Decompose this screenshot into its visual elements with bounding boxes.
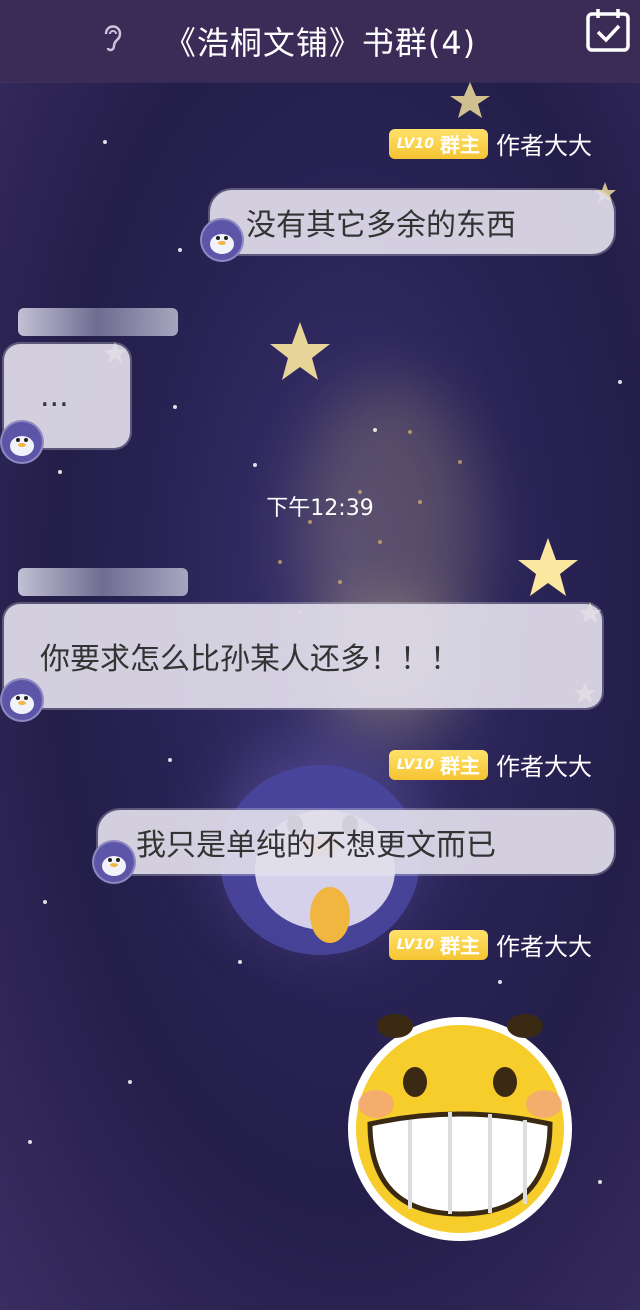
message-bubble[interactable]: 我只是单纯的不想更文而已 (98, 810, 614, 874)
chat-header: 《浩桐文铺》书群(4) (0, 0, 640, 82)
message-text: ... (40, 378, 69, 414)
role-label: 群主 (440, 133, 480, 157)
avatar[interactable] (92, 840, 136, 884)
message-bubble[interactable]: 你要求怎么比孙某人还多！！！ (4, 604, 602, 708)
owner-badge: LV10 群主 (388, 929, 488, 960)
level-label: LV10 (396, 756, 434, 773)
avatar[interactable] (200, 218, 244, 262)
sender-tag: LV10 群主 作者大大 (388, 126, 592, 161)
avatar[interactable] (0, 420, 44, 464)
author-name[interactable]: 作者大大 (496, 747, 592, 782)
owner-badge: LV10 群主 (388, 128, 488, 159)
level-label: LV10 (396, 936, 434, 953)
message-bubble[interactable]: 没有其它多余的东西 (210, 190, 614, 254)
sender-tag: LV10 群主 作者大大 (388, 927, 592, 962)
message-text: 没有其它多余的东西 (246, 208, 516, 243)
author-name[interactable]: 作者大大 (496, 126, 592, 161)
sender-name-blurred (18, 308, 178, 336)
message-text: 我只是单纯的不想更文而已 (136, 828, 496, 863)
avatar[interactable] (0, 678, 44, 722)
owner-badge: LV10 群主 (388, 749, 488, 780)
sender-name-blurred (18, 568, 188, 596)
grinning-face-sticker[interactable] (340, 1004, 580, 1244)
author-name[interactable]: 作者大大 (496, 927, 592, 962)
ear-icon[interactable] (100, 18, 126, 58)
sender-tag: LV10 群主 作者大大 (388, 747, 592, 782)
calendar-check-icon[interactable] (584, 6, 632, 54)
level-label: LV10 (396, 135, 434, 152)
message-text: 你要求怎么比孙某人还多！！！ (40, 642, 460, 677)
role-label: 群主 (440, 934, 480, 958)
chat-title: 《浩桐文铺》书群(4) (163, 24, 477, 62)
role-label: 群主 (440, 754, 480, 778)
timestamp: 下午12:39 (266, 496, 374, 521)
